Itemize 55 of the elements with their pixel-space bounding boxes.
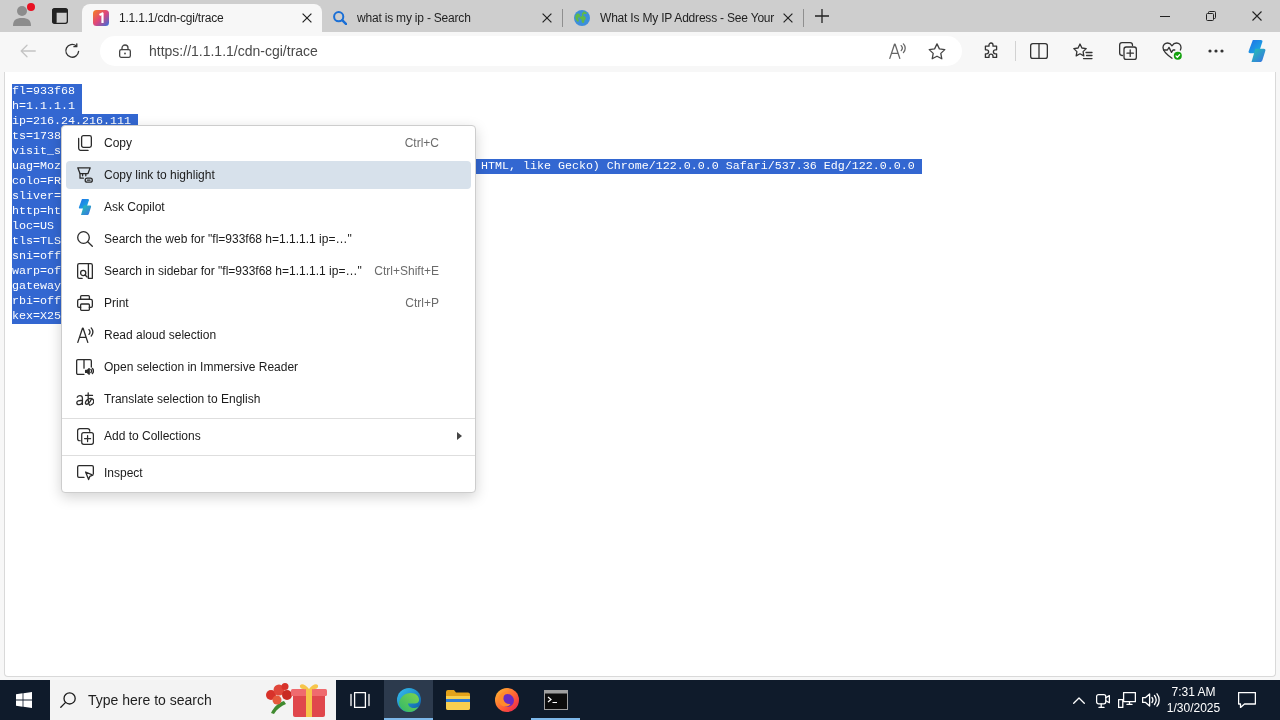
more-icon [1208,49,1224,53]
person-silhouette-icon [13,6,31,26]
sidebar-search-icon [77,263,93,279]
minimize-icon [1160,15,1170,17]
search-field[interactable]: Type here to search [50,680,336,720]
ribbon-logo-icon [77,199,93,215]
split-screen-icon [1030,43,1048,59]
puzzle-icon [982,42,1000,60]
search-icon [60,692,76,708]
close-icon [542,13,552,23]
screen-cursor-icon [76,465,94,481]
gift-bouquet-icon [265,683,327,717]
fox-globe-icon [494,688,519,712]
marker-link-icon [77,167,93,183]
read-aloud-icon [76,327,94,343]
translate-icon [76,392,94,406]
chevron-up-icon [1073,696,1085,704]
book-speaker-icon [76,359,94,375]
search-input[interactable]: Type here to search [88,688,238,712]
heart-pulse-icon [1162,42,1182,60]
folder-icon [445,690,470,710]
read-aloud-icon [889,43,907,59]
close-icon [1252,11,1262,21]
tab[interactable]: 1.1.1.1/cdn-cgi/trace [82,4,322,32]
arrow-left-icon [20,44,36,58]
search-icon [77,231,93,247]
close-icon [302,13,312,23]
close-icon [783,13,793,23]
collections-add-icon [76,427,94,445]
clock-button[interactable]: 7:31 AM 1/30/2025 [1165,680,1222,720]
globe-icon [574,10,590,26]
star-icon [928,42,946,60]
plus-icon [815,9,829,23]
lock-icon[interactable] [119,44,131,58]
ribbon-logo-icon [1246,40,1268,62]
start-logo-icon [16,692,32,708]
app-logo-icon [93,10,109,26]
printer-icon [77,295,93,311]
console-icon [543,690,568,710]
task-view-icon [350,692,370,708]
search-icon [333,11,347,25]
network-icon [1118,692,1136,708]
webcam-icon [1096,692,1110,708]
speaker-icon [1142,693,1160,707]
speech-bubble-icon [1238,692,1256,708]
restore-icon [1206,11,1216,21]
copy-icon [78,135,92,151]
taskbar-button[interactable] [384,680,433,720]
address-bar[interactable]: https://1.1.1.1/cdn-cgi/trace [100,36,962,66]
refresh-icon [64,43,80,59]
tab-actions-icon [52,8,68,24]
collections-icon [1119,42,1137,60]
swirl-icon [396,688,421,712]
menu-item[interactable]: Copy link to highlight [66,161,471,189]
star-list-icon [1073,42,1093,60]
